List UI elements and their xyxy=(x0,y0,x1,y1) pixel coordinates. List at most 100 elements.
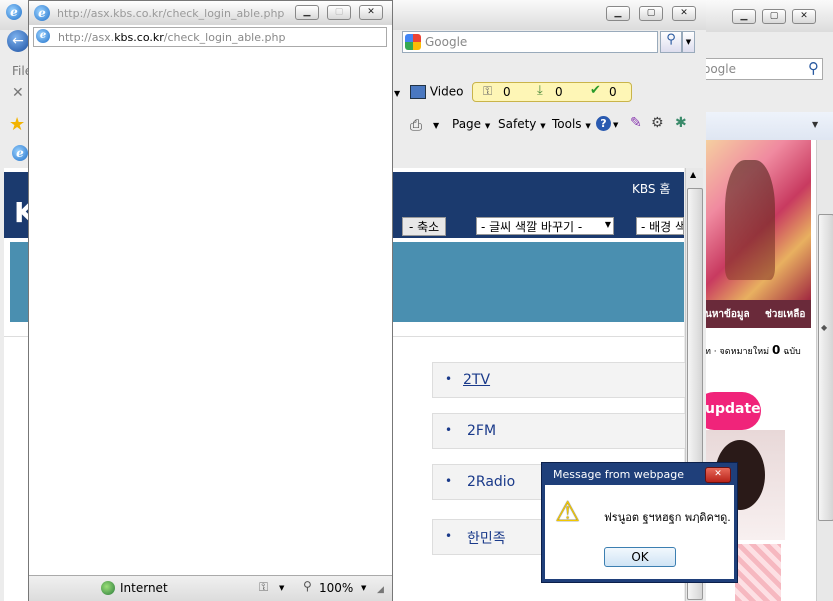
mail-label: ท · จดหมายใหม่ xyxy=(705,347,770,357)
dialog-title: Message from webpage xyxy=(553,468,685,481)
protected-mode-dropdown-icon[interactable]: ▼ xyxy=(279,584,284,592)
bullet-icon: • xyxy=(445,423,453,437)
back-maximize-button[interactable]: ▢ xyxy=(762,9,786,24)
nav-item-2radio-label[interactable]: 2Radio xyxy=(467,474,515,490)
counter-3: 0 xyxy=(609,85,617,99)
popup-maximize-button[interactable]: ▢ xyxy=(327,5,351,20)
back-close-button[interactable]: ✕ xyxy=(792,9,816,24)
status-zone-label: Internet xyxy=(120,581,168,595)
text-color-select-value: - 글씨 색깔 바꾸기 - xyxy=(481,220,583,234)
back-arrow-button[interactable]: ← xyxy=(7,30,29,52)
main-minimize-button[interactable]: ▁ xyxy=(606,6,630,21)
back-scroll-grip-icon: ◆ xyxy=(821,323,828,332)
mail-status-line: ท · จดหมายใหม่ 0 ฉบับ xyxy=(705,343,816,358)
zoom-level[interactable]: 100% xyxy=(319,581,353,595)
back-tab-dropdown-icon[interactable]: ▼ xyxy=(812,120,818,129)
main-search-box[interactable]: Google xyxy=(402,31,658,53)
dialog-close-button[interactable]: ✕ xyxy=(705,467,731,483)
counter-2: 0 xyxy=(555,85,563,99)
tools-menu-label: Tools xyxy=(552,117,582,131)
message-dialog: Message from webpage ✕ ⚠ ฟรนูอต ฐฯหฮฐก พ… xyxy=(541,462,738,583)
video-link[interactable]: Video xyxy=(410,84,463,99)
text-color-select[interactable]: - 글씨 색깔 바꾸기 - ▼ xyxy=(476,217,614,235)
shrink-button[interactable]: - 축소 xyxy=(402,217,447,236)
safety-menu-label: Safety xyxy=(498,117,537,131)
search-icon[interactable]: ⚲ xyxy=(808,59,819,77)
addon2-icon[interactable]: ✱ xyxy=(675,115,687,131)
checkmark-icon[interactable]: ✔ xyxy=(590,83,601,98)
mail-unit: ฉบับ xyxy=(783,347,801,357)
zoom-icon[interactable]: ⚲ xyxy=(303,579,312,593)
popup-address-text: http://asx.kbs.co.kr/check_login_able.ph… xyxy=(58,31,285,44)
nav-item-2tv[interactable]: • 2TV xyxy=(432,362,688,398)
pink-stripe-image xyxy=(735,544,781,601)
popup-ie-icon: e xyxy=(34,5,50,21)
help-icon[interactable]: ? xyxy=(596,116,611,131)
back-scroll-thumb[interactable] xyxy=(818,214,833,521)
safety-menu[interactable]: Safety ▼ xyxy=(498,117,546,131)
favorites-star-icon[interactable]: ★ xyxy=(9,114,25,135)
bullet-icon: • xyxy=(445,474,453,488)
help-dropdown-icon[interactable]: ▼ xyxy=(613,121,618,129)
nav-item-2fm-label[interactable]: 2FM xyxy=(467,423,496,439)
key-icon[interactable]: ⚿ xyxy=(483,84,492,99)
tab-ie-icon[interactable]: e xyxy=(12,145,28,161)
counter-toolbar: ⚿ 0 ⤓ 0 ✔ 0 xyxy=(472,82,632,102)
addon-icon[interactable]: ⚙ xyxy=(651,115,664,131)
google-g-icon xyxy=(405,34,421,50)
popup-address-bar[interactable]: e http://asx.kbs.co.kr/check_login_able.… xyxy=(33,27,387,47)
nav-item-hanminjok-label[interactable]: 한민족 xyxy=(467,528,506,548)
back-search-placeholder: oogle xyxy=(703,62,737,76)
bg-color-select[interactable]: - 배경 색 xyxy=(636,217,684,235)
popup-address-domain: kbs.co.kr xyxy=(114,31,164,44)
popup-address-path: /check_login_able.php xyxy=(163,31,286,44)
nav-item-2fm[interactable]: • 2FM xyxy=(432,413,688,449)
main-maximize-button[interactable]: ▢ xyxy=(639,6,663,21)
back-minimize-button[interactable]: ▁ xyxy=(732,9,756,24)
popup-window: e http://asx.kbs.co.kr/check_login_able.… xyxy=(28,0,393,601)
pink-nav-item-search[interactable]: นหาข้อมูล xyxy=(705,307,750,322)
popup-address-prefix: http://asx. xyxy=(58,31,115,44)
zoom-dropdown-icon[interactable]: ▼ xyxy=(361,584,366,592)
counter-1: 0 xyxy=(503,85,511,99)
page-menu-label: Page xyxy=(452,117,482,131)
dialog-body: ⚠ ฟรนูอต ฐฯหฮฐก พฦดิคฯดู. OK xyxy=(545,485,734,579)
tools-menu[interactable]: Tools ▼ xyxy=(552,117,591,131)
back-window-titlebar: ▁ ▢ ✕ xyxy=(700,0,833,32)
banner-woman-silhouette xyxy=(725,160,775,280)
popup-minimize-button[interactable]: ▁ xyxy=(295,5,319,20)
print-dropdown-icon[interactable]: ▼ xyxy=(433,121,439,130)
popup-content xyxy=(29,51,392,573)
update-label: update xyxy=(705,401,761,417)
popup-close-button[interactable]: ✕ xyxy=(359,5,383,20)
download-icon[interactable]: ⤓ xyxy=(537,83,543,98)
pink-nav-item-help[interactable]: ช่วยเหลือ xyxy=(765,307,805,322)
search-options-dropdown[interactable]: ▼ xyxy=(682,31,695,53)
main-search-placeholder: Google xyxy=(425,35,468,49)
research-icon[interactable]: ✎ xyxy=(630,115,642,131)
back-scrollbar[interactable]: ◆ xyxy=(816,140,833,601)
ok-button[interactable]: OK xyxy=(604,547,676,567)
page-menu-chevron-icon: ▼ xyxy=(484,122,491,130)
page-menu[interactable]: Page ▼ xyxy=(452,117,490,131)
links-dropdown-icon[interactable]: ▼ xyxy=(394,89,400,98)
popup-status-bar: Internet ⚿ ▼ ⚲ 100% ▼ ◢ xyxy=(29,575,392,601)
resize-grip-icon[interactable]: ◢ xyxy=(377,585,384,595)
main-window-ie-icon: e xyxy=(6,4,22,20)
protected-mode-icon[interactable]: ⚿ xyxy=(259,580,268,595)
back-search-box[interactable]: oogle ⚲ xyxy=(700,58,823,80)
warning-icon: ⚠ xyxy=(555,495,581,528)
search-go-button[interactable]: ⚲ xyxy=(660,31,682,53)
main-close-button[interactable]: ✕ xyxy=(672,6,696,21)
print-icon[interactable]: ⎙ xyxy=(410,116,422,134)
stop-icon[interactable]: ✕ xyxy=(12,85,24,101)
main-scroll-up-icon[interactable]: ▲ xyxy=(690,170,696,179)
kbs-home-link[interactable]: KBS 홈 xyxy=(632,180,670,197)
globe-icon xyxy=(101,581,115,595)
bullet-icon: • xyxy=(445,372,453,386)
video-icon xyxy=(410,84,426,99)
bg-color-select-value: - 배경 색 xyxy=(641,220,684,234)
text-color-select-arrow-icon: ▼ xyxy=(604,220,611,229)
nav-item-2tv-label[interactable]: 2TV xyxy=(463,372,490,388)
popup-address-ie-icon: e xyxy=(36,29,50,43)
